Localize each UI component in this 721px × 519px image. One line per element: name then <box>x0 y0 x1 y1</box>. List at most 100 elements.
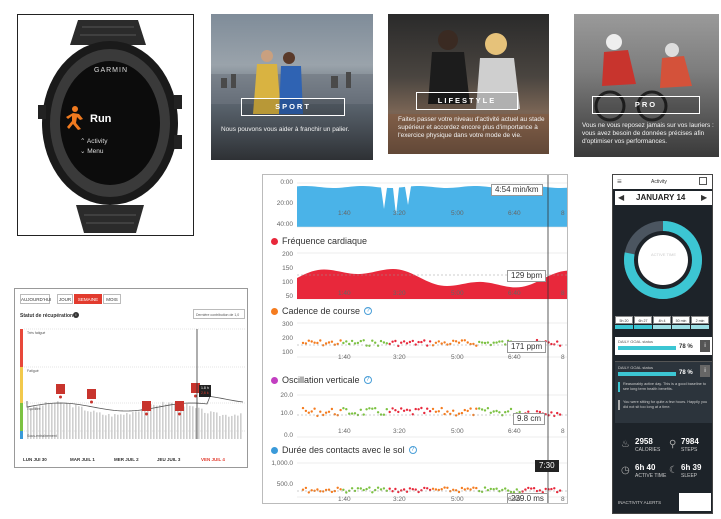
next-day-button[interactable]: ▶ <box>701 193 707 202</box>
oscillation-point <box>304 409 308 413</box>
cad-tick: 300 <box>282 321 293 328</box>
recovery-bar <box>84 410 86 439</box>
oscillation-point <box>489 411 492 414</box>
recovery-bar <box>114 414 116 439</box>
oscillation-point <box>359 408 362 411</box>
day-label[interactable]: MER JUIL 2 <box>114 457 139 462</box>
segment-bar <box>615 325 633 329</box>
menu-icon[interactable]: ≡ <box>617 177 622 186</box>
contact-time-point <box>402 488 406 491</box>
segment-value: 6h 27 <box>634 316 652 324</box>
cadence-point <box>466 341 469 344</box>
pace-tick: 40:00 <box>276 221 293 228</box>
time-tick: 8 <box>561 290 565 297</box>
oscillation-point <box>460 411 464 415</box>
activity-marker <box>142 401 151 411</box>
sleep-label: SLEEP <box>681 473 698 479</box>
oscillation-point <box>339 408 342 412</box>
cadence-point <box>382 341 386 344</box>
calendar-icon[interactable] <box>699 177 707 185</box>
gct-help-icon[interactable]: ? <box>408 446 417 454</box>
day-label[interactable]: LUN JUI 30 <box>23 457 47 462</box>
oscillation-point <box>342 407 345 410</box>
sport-banner[interactable]: SPORT Nous pouvons vous aider à franchir… <box>211 14 373 160</box>
oscillation-point <box>452 409 455 412</box>
calories-label: CALORIES <box>635 447 661 453</box>
recovery-bar <box>117 414 119 439</box>
day-label[interactable]: VEN JUIL 4 <box>201 457 225 462</box>
prev-day-button[interactable]: ◀ <box>618 193 624 202</box>
oscillation-point <box>475 407 478 410</box>
contact-time-point <box>452 488 455 491</box>
oscillation-help-icon[interactable]: ? <box>363 376 372 384</box>
lifestyle-banner[interactable]: LIFESTYLE Faites passer votre niveau d'a… <box>388 14 549 154</box>
recovery-bar <box>72 407 74 439</box>
info-icon[interactable]: i <box>700 340 710 352</box>
pro-banner[interactable]: PRO Vous ne vous reposez jamais sur vos … <box>574 14 719 157</box>
recovery-bar <box>75 404 77 439</box>
contact-time-point <box>466 487 469 490</box>
pace-tick: 20:00 <box>276 200 293 207</box>
daily-goal-bar-2 <box>618 372 676 376</box>
oscillation-point <box>558 413 562 416</box>
note-active: Reasonably active day. This is a good ba… <box>618 382 708 392</box>
contact-time-point <box>356 487 360 490</box>
time-tick: 1:40 <box>338 496 351 503</box>
info-icon[interactable]: i <box>700 365 710 377</box>
recovery-bar <box>189 405 191 439</box>
recovery-bar <box>240 413 242 439</box>
oscillation-point <box>348 412 351 415</box>
cadence-point <box>394 339 397 343</box>
goal-detail <box>615 361 712 423</box>
oscillation-point <box>446 410 449 413</box>
time-tick: 5:00 <box>451 354 464 361</box>
cadence-point <box>359 339 362 343</box>
oscillation-point <box>365 408 368 411</box>
cadence-point <box>495 341 498 344</box>
cadence-point <box>454 340 458 343</box>
pro-tag: PRO <box>592 96 700 114</box>
time-tick: 8 <box>561 428 565 435</box>
contact-time-point <box>495 487 498 490</box>
cadence-point <box>558 344 562 347</box>
cadence-point <box>313 341 316 344</box>
daily-goal-label-2: DAILY GOAL status <box>618 365 654 370</box>
contact-time-point <box>394 487 397 491</box>
cadence-title: Cadence de course? <box>271 306 373 316</box>
oscillation-point <box>423 411 426 415</box>
cadence-point <box>417 340 420 344</box>
osc-tick: 20.0 <box>280 392 293 399</box>
contact-time-point <box>426 487 429 490</box>
contact-time-point <box>515 488 518 491</box>
cadence-point <box>385 342 388 345</box>
day-label[interactable]: MAR JUIL 1 <box>70 457 95 462</box>
time-tick: 3:20 <box>393 290 406 297</box>
osc-tick: 0.0 <box>283 432 293 439</box>
time-tick: 8 <box>561 496 565 503</box>
hr-title: Fréquence cardiaque <box>271 236 367 246</box>
pace-value: 4:54 min/km <box>491 184 543 196</box>
recovery-bar <box>63 404 65 439</box>
contact-time-point <box>532 487 536 490</box>
oscillation-point <box>353 412 357 415</box>
contact-time-point <box>408 487 412 490</box>
contact-time-point <box>368 486 371 489</box>
inactivity-toggle[interactable] <box>679 493 711 511</box>
cadence-help-icon[interactable]: ? <box>364 307 373 315</box>
recovery-bar <box>57 401 59 439</box>
watch-run-label: Run <box>90 113 112 125</box>
segment-value: 5h 20 <box>615 316 633 324</box>
recovery-bar <box>126 412 128 439</box>
recovery-bar <box>78 406 80 439</box>
recovery-bar <box>111 416 113 439</box>
cadence-point <box>304 342 308 345</box>
date-label: JANUARY 14 <box>636 193 686 202</box>
cadence-point <box>405 342 409 345</box>
day-label[interactable]: JEU JUIL 3 <box>157 457 180 462</box>
oscillation-point <box>382 413 386 416</box>
cadence-point <box>307 339 310 342</box>
recovery-bar <box>231 415 233 439</box>
oscillation-point <box>324 411 328 414</box>
segment-value: 4h 4 <box>653 316 671 324</box>
oscillation-point <box>400 407 403 410</box>
